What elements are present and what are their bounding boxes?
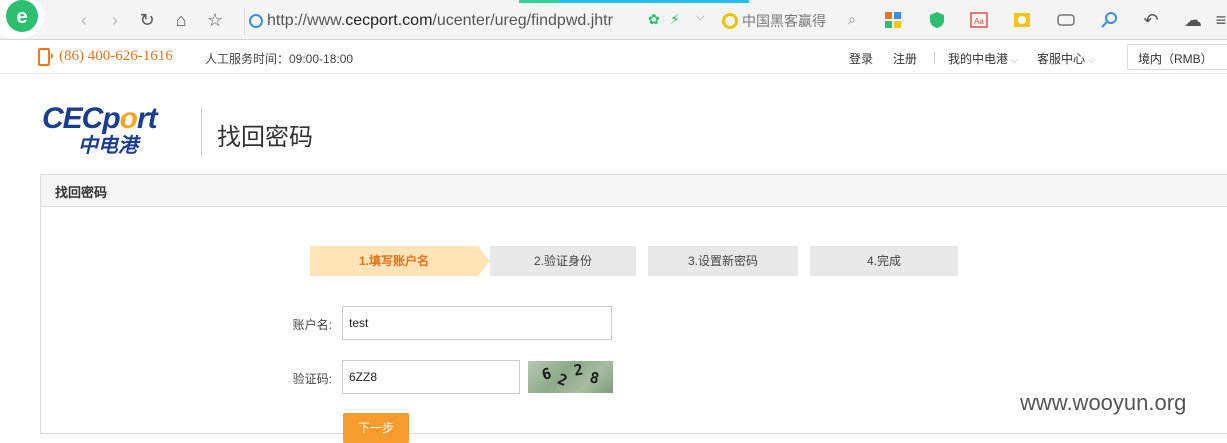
apps-icon[interactable] [884, 11, 902, 29]
search-engine-icon [722, 13, 738, 29]
step-arrow [798, 246, 810, 276]
magnifier-tool-icon[interactable] [1100, 11, 1118, 29]
url-path: /ucenter/ureg/findpwd.jhtr [432, 12, 613, 29]
captcha-image[interactable]: 6 2 2 8 [528, 360, 613, 393]
logo-text-cec: CEC [42, 102, 103, 135]
site-globe-icon [249, 14, 263, 28]
back-icon[interactable]: ‹ [73, 9, 95, 31]
currency-select[interactable]: 境内（RMB） [1127, 44, 1227, 70]
captcha-label: 验证码: [292, 372, 332, 386]
home-icon[interactable]: ⌂ [170, 9, 192, 31]
page-header: CECport 中电港 找回密码 [0, 75, 1227, 175]
screenshot-icon[interactable] [1013, 11, 1031, 29]
speed-mode-icon[interactable]: ⚡ [670, 11, 680, 28]
browser-logo-icon[interactable]: e [0, 0, 50, 40]
chevron-down-icon: ⌵ [1088, 55, 1095, 65]
step-2: 2.验证身份 [490, 246, 636, 276]
customer-service-menu[interactable]: 客服中心 ⌵ [1037, 50, 1095, 67]
logo-text-o: o [119, 102, 138, 135]
logo-text-cn: 中电港 [78, 135, 138, 157]
panel-title: 找回密码 [41, 175, 1227, 207]
account-label: 账户名: [292, 318, 332, 332]
step-3: 3.设置新密码 [648, 246, 798, 276]
bookmark-star-icon[interactable]: ☆ [204, 9, 226, 31]
forward-icon[interactable]: › [104, 9, 126, 31]
secure-shield-icon[interactable]: ✿ [648, 11, 660, 28]
captcha-char: 2 [572, 360, 585, 380]
step-arrow [478, 246, 490, 276]
game-icon[interactable] [1057, 11, 1075, 29]
address-bar[interactable]: http://www. cecport.com/ucenter/ureg/find… [244, 8, 714, 34]
phone-icon [38, 48, 53, 66]
my-account-label: 我的中电港 [948, 52, 1009, 66]
site-top-bar: (86) 400-626-1616 人工服务时间：09:00-18:00 登录 … [0, 40, 1227, 74]
search-icon[interactable]: ⌕ [848, 11, 856, 28]
captcha-input[interactable]: 6ZZ8 [342, 360, 520, 394]
svg-text:Aa: Aa [974, 17, 984, 26]
customer-service-label: 客服中心 [1037, 52, 1086, 66]
login-link[interactable]: 登录 [849, 50, 873, 67]
register-link[interactable]: 注册 [893, 50, 917, 67]
captcha-char: 8 [588, 368, 601, 388]
browser-toolbar: e ‹ › ↻ ⌂ ☆ http://www. cecport.com/ucent… [0, 0, 1227, 40]
page-title: 找回密码 [217, 124, 313, 151]
progress-steps: 1.填写账户名 2.验证身份 3.设置新密码 4.完成 [310, 246, 958, 276]
address-dropdown-icon[interactable]: ⌵ [696, 11, 704, 24]
divider [934, 52, 935, 64]
service-hours: 人工服务时间：09:00-18:00 [205, 52, 354, 66]
url-host: cecport.com [345, 12, 433, 29]
translate-icon[interactable]: Aa [970, 11, 988, 29]
next-button[interactable]: 下一步 [343, 413, 409, 443]
step-4: 4.完成 [810, 246, 958, 276]
captcha-char: 6 [539, 364, 554, 384]
chevron-down-icon: ⌵ [1011, 55, 1018, 65]
active-tab-indicator-secondary [560, 0, 748, 3]
svg-text:e: e [16, 6, 27, 28]
my-account-menu[interactable]: 我的中电港 ⌵ [948, 50, 1018, 67]
header-divider [201, 107, 202, 157]
service-phone: (86) 400-626-1616 [59, 48, 173, 64]
cloud-icon[interactable]: ☁ [1182, 9, 1204, 31]
step-arrow [636, 246, 648, 276]
step-1: 1.填写账户名 [310, 246, 478, 276]
watermark: www.wooyun.org [1020, 390, 1187, 415]
refresh-icon[interactable]: ↻ [136, 9, 158, 31]
site-logo[interactable]: CECport 中电港 [42, 103, 192, 163]
logo-text-rt: rt [137, 102, 158, 135]
security-shield-icon[interactable] [928, 11, 946, 29]
undo-icon[interactable]: ↶ [1140, 9, 1162, 31]
logo-text-p: p [102, 102, 120, 135]
captcha-char: 2 [555, 369, 570, 391]
url-prefix: http://www. [267, 12, 346, 29]
account-input[interactable]: test [342, 306, 612, 340]
search-text: 中国黑客赢得 [742, 13, 826, 29]
menu-icon[interactable]: ≡ [1210, 9, 1227, 31]
